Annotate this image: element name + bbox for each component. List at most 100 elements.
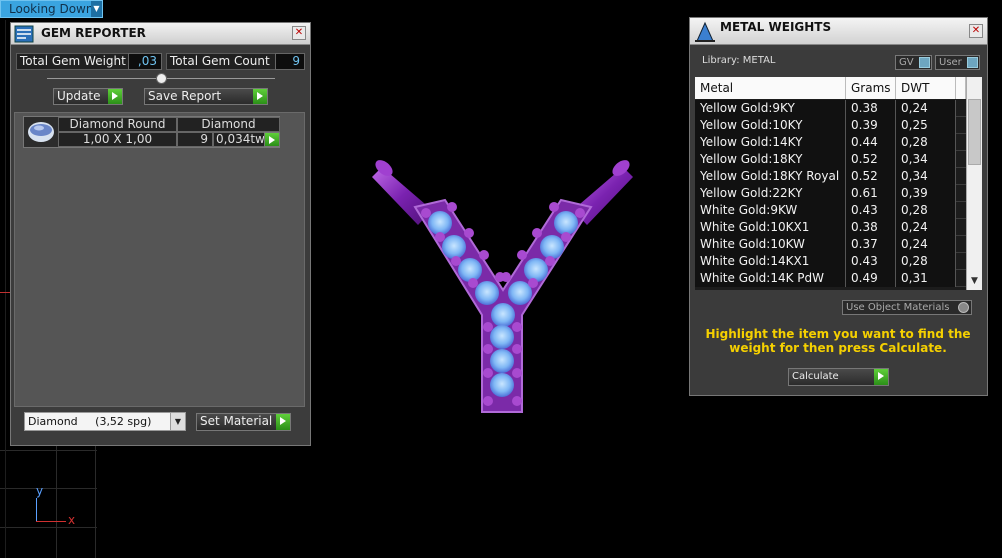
metal-grams: 0.52 (846, 168, 896, 185)
metal-name: White Gold:10KW (695, 236, 846, 253)
gem-material: Diamond (177, 117, 280, 132)
metal-name: White Gold:10KX1 (695, 219, 846, 236)
table-row[interactable]: Yellow Gold:10KY 0.39 0,25 (695, 117, 966, 134)
material-select-value: Diamond (3,52 spg) (28, 415, 152, 428)
metal-dwt: 0,39 (896, 185, 956, 202)
column-header-grams[interactable]: Grams (846, 77, 896, 99)
metal-dwt: 0,34 (896, 151, 956, 168)
table-row[interactable]: White Gold:9KW 0.43 0,28 (695, 202, 966, 219)
metal-name: Yellow Gold:18KY Royal (695, 168, 846, 185)
play-icon (276, 414, 290, 430)
gem-settings (428, 211, 578, 397)
library-label: Library: METAL (702, 55, 776, 66)
calculate-button[interactable]: Calculate (788, 368, 889, 386)
gem-go-button[interactable] (264, 132, 280, 147)
gem-list-item[interactable]: Diamond Round 1,00 X 1,00 Diamond 9 0,03… (23, 116, 280, 148)
column-header-metal[interactable]: Metal (695, 77, 846, 99)
update-button[interactable]: Update (53, 88, 123, 105)
material-select[interactable]: Diamond (3,52 spg) ▼ (24, 412, 186, 431)
y-pendant-model[interactable] (370, 155, 635, 417)
metal-name: Yellow Gold:22KY (695, 185, 846, 202)
column-header-dwt[interactable]: DWT (896, 77, 956, 99)
view-dropdown[interactable]: Looking Down ▼ (0, 0, 103, 18)
play-icon (253, 89, 267, 104)
metal-grams: 0.61 (846, 185, 896, 202)
gv-label: GV (899, 57, 914, 68)
chevron-down-icon[interactable]: ▼ (91, 1, 102, 17)
y-axis-line (36, 498, 37, 522)
calculate-label: Calculate (792, 371, 839, 382)
metal-dwt: 0,28 (896, 253, 956, 270)
table-row[interactable]: White Gold:10KW 0.37 0,24 (695, 236, 966, 253)
metal-grams: 0.49 (846, 270, 896, 287)
table-row[interactable]: Yellow Gold:18KY Royal 0.52 0,34 (695, 168, 966, 185)
play-icon (265, 133, 279, 146)
chevron-down-icon[interactable]: ▼ (967, 276, 982, 289)
update-label: Update (57, 89, 101, 103)
table-row[interactable]: White Gold:10KX1 0.38 0,24 (695, 219, 966, 236)
table-row[interactable]: Yellow Gold:18KY 0.52 0,34 (695, 151, 966, 168)
metal-name: Yellow Gold:14KY (695, 134, 846, 151)
scale-icon (695, 21, 715, 42)
close-icon[interactable]: ✕ (292, 26, 306, 40)
metal-grams: 0.52 (846, 151, 896, 168)
metal-grams: 0.38 (846, 100, 896, 117)
metal-name: White Gold:9KW (695, 202, 846, 219)
table-row[interactable]: Yellow Gold:14KY 0.44 0,28 (695, 134, 966, 151)
grid-line (56, 446, 57, 558)
grid-line (95, 446, 96, 558)
metal-dwt: 0,24 (896, 100, 956, 117)
scrollbar-thumb[interactable] (968, 99, 981, 165)
chevron-down-icon[interactable]: ▼ (170, 413, 185, 430)
instruction-text: Highlight the item you want to find the … (705, 327, 971, 355)
report-icon (14, 25, 34, 43)
metal-grams: 0.38 (846, 219, 896, 236)
gem-reporter-titlebar[interactable]: GEM REPORTER ✕ (11, 23, 310, 45)
metal-dwt: 0,31 (896, 270, 956, 287)
set-material-label: Set Material (200, 414, 273, 428)
metal-weights-titlebar[interactable]: METAL WEIGHTS ✕ (690, 18, 987, 45)
metal-name: Yellow Gold:18KY (695, 151, 846, 168)
gv-toggle[interactable]: GV (895, 55, 932, 70)
metal-name: Yellow Gold:10KY (695, 117, 846, 134)
view-label: Looking Down (9, 2, 94, 16)
metal-name: White Gold:14KX1 (695, 253, 846, 270)
use-object-materials-toggle[interactable]: Use Object Materials (842, 300, 972, 315)
metal-grams: 0.43 (846, 253, 896, 270)
user-toggle[interactable]: User (935, 55, 980, 70)
use-object-materials-label: Use Object Materials (846, 302, 950, 313)
metal-dwt: 0,28 (896, 134, 956, 151)
gem-name: Diamond Round (58, 117, 177, 132)
gem-weight: 0,034tw (213, 132, 265, 147)
metal-grams: 0.37 (846, 236, 896, 253)
metal-grams: 0.39 (846, 117, 896, 134)
x-axis-label: x (68, 513, 76, 527)
metal-dwt: 0,24 (896, 236, 956, 253)
table-row[interactable]: White Gold:14KX1 0.43 0,28 (695, 253, 966, 270)
column-header-filler (956, 77, 966, 99)
gem-list-area: Diamond Round 1,00 X 1,00 Diamond 9 0,03… (14, 112, 305, 407)
table-row[interactable]: White Gold:14K PdW 0.49 0,31 (695, 270, 966, 287)
axis-tick (0, 292, 10, 293)
slider-handle[interactable] (156, 73, 167, 84)
radio-indicator (958, 302, 969, 313)
metal-dwt: 0,25 (896, 117, 956, 134)
metal-dwt: 0,34 (896, 168, 956, 185)
set-material-button[interactable]: Set Material (196, 413, 291, 431)
table-row[interactable]: Yellow Gold:22KY 0.61 0,39 (695, 185, 966, 202)
save-report-button[interactable]: Save Report (144, 88, 268, 105)
x-axis-line (36, 521, 66, 522)
grid-line (0, 527, 97, 528)
metal-table-scrollbar[interactable]: ▼ (966, 77, 982, 290)
user-label: User (939, 57, 962, 68)
metal-name: Yellow Gold:9KY (695, 100, 846, 117)
table-row[interactable]: Yellow Gold:9KY 0.38 0,24 (695, 100, 966, 117)
gem-reporter-title: GEM REPORTER (41, 26, 146, 40)
total-gem-count-value: 9 (275, 53, 305, 70)
metal-dwt: 0,28 (896, 202, 956, 219)
grid-line (0, 488, 97, 489)
metal-weights-title: METAL WEIGHTS (720, 20, 832, 34)
close-icon[interactable]: ✕ (969, 24, 983, 38)
metal-table: Metal Grams DWT Yellow Gold:9KY 0.38 0,2… (695, 77, 981, 290)
metal-grams: 0.43 (846, 202, 896, 219)
